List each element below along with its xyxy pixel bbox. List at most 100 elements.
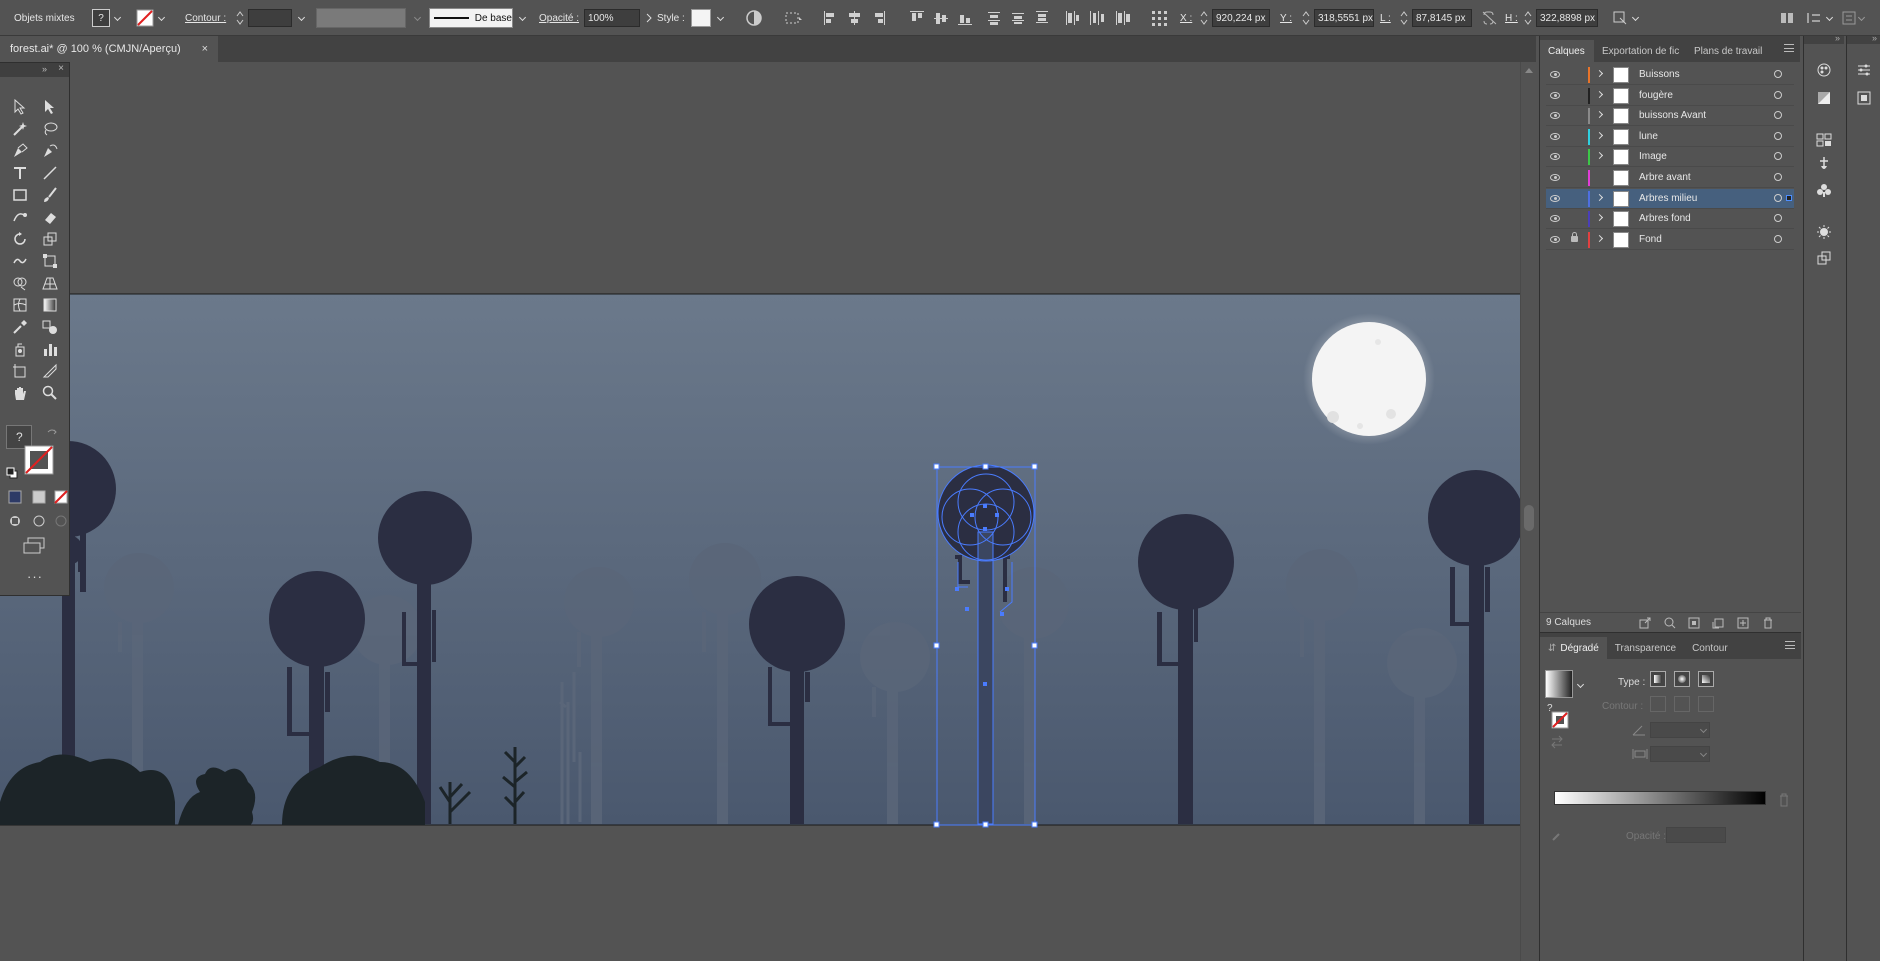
fill-swatch[interactable]: ?: [92, 8, 122, 28]
curvature-tool-icon[interactable]: [39, 141, 61, 161]
transform-icon[interactable]: [1612, 8, 1640, 28]
swatches-icon[interactable]: [1816, 132, 1832, 148]
layer-row[interactable]: Image: [1546, 147, 1794, 168]
moon[interactable]: [1303, 313, 1435, 445]
panel-menu-icon[interactable]: [1784, 44, 1794, 52]
arrange-documents-icon[interactable]: [1780, 8, 1794, 28]
color-panel-icon[interactable]: [1816, 62, 1832, 78]
workspace-switcher-icon[interactable]: [1806, 8, 1834, 28]
symbol-sprayer-tool-icon[interactable]: [9, 339, 31, 359]
tab-asset-export[interactable]: Exportation de fic: [1594, 40, 1686, 62]
w-field[interactable]: 87,8145 px: [1400, 8, 1472, 28]
visibility-eye-icon[interactable]: [1550, 132, 1560, 140]
brush-definition[interactable]: De base: [429, 8, 527, 28]
gradient-opacity-input[interactable]: [1666, 827, 1726, 843]
stepper-icon[interactable]: [1524, 11, 1532, 25]
chevron-down-icon[interactable]: [1826, 14, 1834, 22]
canvas-area[interactable]: [0, 62, 1536, 961]
layer-name[interactable]: fougère: [1639, 90, 1673, 101]
symbols-icon[interactable]: [1816, 182, 1832, 198]
eyedropper-tool-icon[interactable]: [9, 317, 31, 337]
hand-tool-icon[interactable]: [9, 383, 31, 403]
target-circle-icon[interactable]: [1774, 173, 1782, 181]
trash-icon[interactable]: [1762, 617, 1774, 629]
visibility-eye-icon[interactable]: [1550, 153, 1560, 161]
vertical-scrollbar[interactable]: [1520, 62, 1536, 961]
layer-name[interactable]: buissons Avant: [1639, 110, 1706, 121]
free-transform-tool-icon[interactable]: [39, 251, 61, 271]
opacity-input[interactable]: 100%: [584, 9, 640, 27]
stroke-within-button[interactable]: [1650, 696, 1666, 712]
chevron-down-icon[interactable]: [519, 14, 527, 22]
target-circle-icon[interactable]: [1774, 131, 1782, 140]
blend-tool-icon[interactable]: [39, 317, 61, 337]
chevron-down-icon[interactable]: [1700, 750, 1708, 758]
tab-transparency[interactable]: Transparence: [1607, 637, 1684, 659]
tools-panel-header[interactable]: » ×: [0, 63, 69, 77]
layer-name[interactable]: Fond: [1639, 234, 1662, 245]
layer-name[interactable]: Arbre avant: [1639, 172, 1691, 183]
zoom-tool-icon[interactable]: [39, 383, 61, 403]
selection-indicator-icon[interactable]: [1786, 194, 1792, 201]
warp-tool-icon[interactable]: [9, 251, 31, 271]
visibility-eye-icon[interactable]: [1550, 194, 1560, 202]
default-fill-stroke-icon[interactable]: [6, 467, 18, 479]
rectangle-tool-icon[interactable]: [9, 185, 31, 205]
more-tools-icon[interactable]: ···: [27, 569, 43, 584]
chevron-right-icon[interactable]: [1595, 69, 1604, 78]
constrain-proportions-icon[interactable]: [1482, 8, 1498, 28]
rotate-tool-icon[interactable]: [9, 229, 31, 249]
layer-row[interactable]: Arbres milieu: [1546, 188, 1794, 209]
chevron-down-icon[interactable]: [298, 14, 306, 22]
appearance-icon[interactable]: [1816, 224, 1832, 240]
opacity-field[interactable]: 100%: [584, 8, 654, 28]
tab-artboards[interactable]: Plans de travail: [1686, 40, 1774, 62]
reference-point-icon[interactable]: [1150, 8, 1170, 28]
stroke-across-button[interactable]: [1698, 696, 1714, 712]
scrollbar-thumb[interactable]: [1524, 505, 1534, 531]
brushes-icon[interactable]: [1816, 156, 1832, 172]
collapse-arrows-icon[interactable]: ⇵: [1548, 643, 1556, 654]
chevron-down-icon[interactable]: [1577, 681, 1585, 689]
layer-row[interactable]: Buissons: [1546, 65, 1794, 85]
close-icon[interactable]: ×: [202, 43, 208, 55]
stepper-icon[interactable]: [1400, 11, 1408, 25]
target-circle-icon[interactable]: [1774, 90, 1782, 99]
locate-object-icon[interactable]: [1664, 617, 1676, 629]
layer-row[interactable]: lune: [1546, 127, 1794, 147]
drawing-mode-icons[interactable]: [8, 513, 70, 529]
new-layer-icon[interactable]: [1737, 617, 1749, 629]
stepper-icon[interactable]: [1200, 11, 1208, 25]
layer-row[interactable]: Arbre avant: [1546, 168, 1794, 188]
layer-row[interactable]: Fond: [1546, 230, 1794, 250]
screen-mode-icon[interactable]: [22, 537, 48, 555]
search-help-icon[interactable]: [1842, 8, 1866, 28]
chevron-right-icon[interactable]: [1595, 214, 1604, 222]
chevron-down-icon[interactable]: [1858, 14, 1866, 22]
color-mode-icons[interactable]: [8, 489, 70, 505]
target-circle-icon[interactable]: [1774, 234, 1782, 243]
artboard-tool-icon[interactable]: [9, 361, 31, 381]
panel-menu-icon[interactable]: [1785, 641, 1795, 649]
chevron-right-icon[interactable]: [1595, 234, 1604, 242]
chevron-right-icon[interactable]: [644, 12, 654, 24]
gradient-preview-swatch[interactable]: [1545, 670, 1573, 698]
chevron-right-icon[interactable]: [1595, 193, 1604, 201]
visibility-eye-icon[interactable]: [1550, 112, 1560, 120]
graphic-styles-icon[interactable]: [1816, 250, 1832, 266]
eyedropper-icon[interactable]: [1552, 829, 1564, 841]
stroke-weight-input[interactable]: [248, 9, 292, 27]
scroll-up-arrow-icon[interactable]: [1525, 68, 1533, 73]
eraser-tool-icon[interactable]: [39, 207, 61, 227]
chevron-right-icon[interactable]: [1595, 111, 1604, 119]
freeform-gradient-button[interactable]: [1698, 671, 1714, 687]
target-circle-icon[interactable]: [1774, 70, 1782, 78]
layer-row[interactable]: fougère: [1546, 86, 1794, 106]
target-circle-icon[interactable]: [1774, 193, 1782, 202]
delete-stop-icon[interactable]: [1778, 793, 1790, 807]
target-circle-icon[interactable]: [1774, 214, 1782, 223]
y-input[interactable]: 318,5551 px: [1314, 9, 1374, 27]
stroke-swatch[interactable]: [136, 8, 166, 28]
chevron-down-icon[interactable]: [158, 14, 166, 22]
perspective-grid-tool-icon[interactable]: [39, 273, 61, 293]
